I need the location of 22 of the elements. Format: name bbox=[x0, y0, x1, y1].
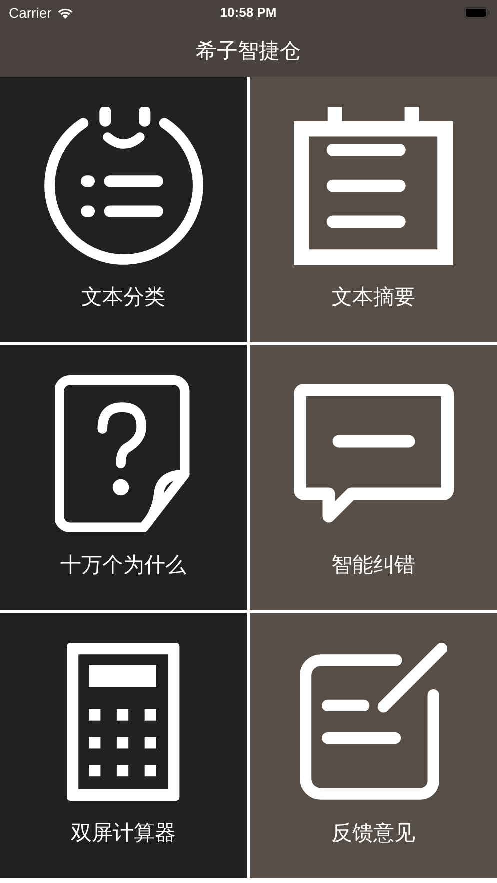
feature-tile[interactable]: 十万个为什么 bbox=[0, 345, 247, 610]
feature-tile[interactable]: 文本分类 bbox=[0, 77, 247, 342]
tile-label: 文本摘要 bbox=[332, 284, 416, 311]
carrier-label: Carrier bbox=[9, 4, 52, 20]
question-document-icon bbox=[55, 375, 192, 533]
feature-tile[interactable]: 反馈意见 bbox=[250, 613, 497, 878]
calculator-icon bbox=[67, 643, 180, 801]
tile-label: 十万个为什么 bbox=[60, 552, 186, 579]
tile-label: 反馈意见 bbox=[332, 820, 416, 847]
tile-label: 智能纠错 bbox=[332, 552, 416, 579]
feature-tile[interactable]: 文本摘要 bbox=[250, 77, 497, 342]
battery-icon bbox=[464, 6, 491, 18]
tile-label: 双屏计算器 bbox=[71, 820, 176, 847]
status-time: 10:58 PM bbox=[220, 5, 277, 20]
nav-title: 希子智捷仓 bbox=[196, 38, 301, 65]
tile-label: 文本分类 bbox=[82, 284, 166, 311]
feature-tile[interactable]: 智能纠错 bbox=[250, 345, 497, 610]
feature-tile[interactable]: 双屏计算器 bbox=[0, 613, 247, 878]
list-circle-icon bbox=[44, 107, 204, 265]
wifi-icon bbox=[56, 6, 74, 18]
edit-note-icon bbox=[300, 643, 448, 801]
notepad-icon bbox=[294, 107, 453, 265]
